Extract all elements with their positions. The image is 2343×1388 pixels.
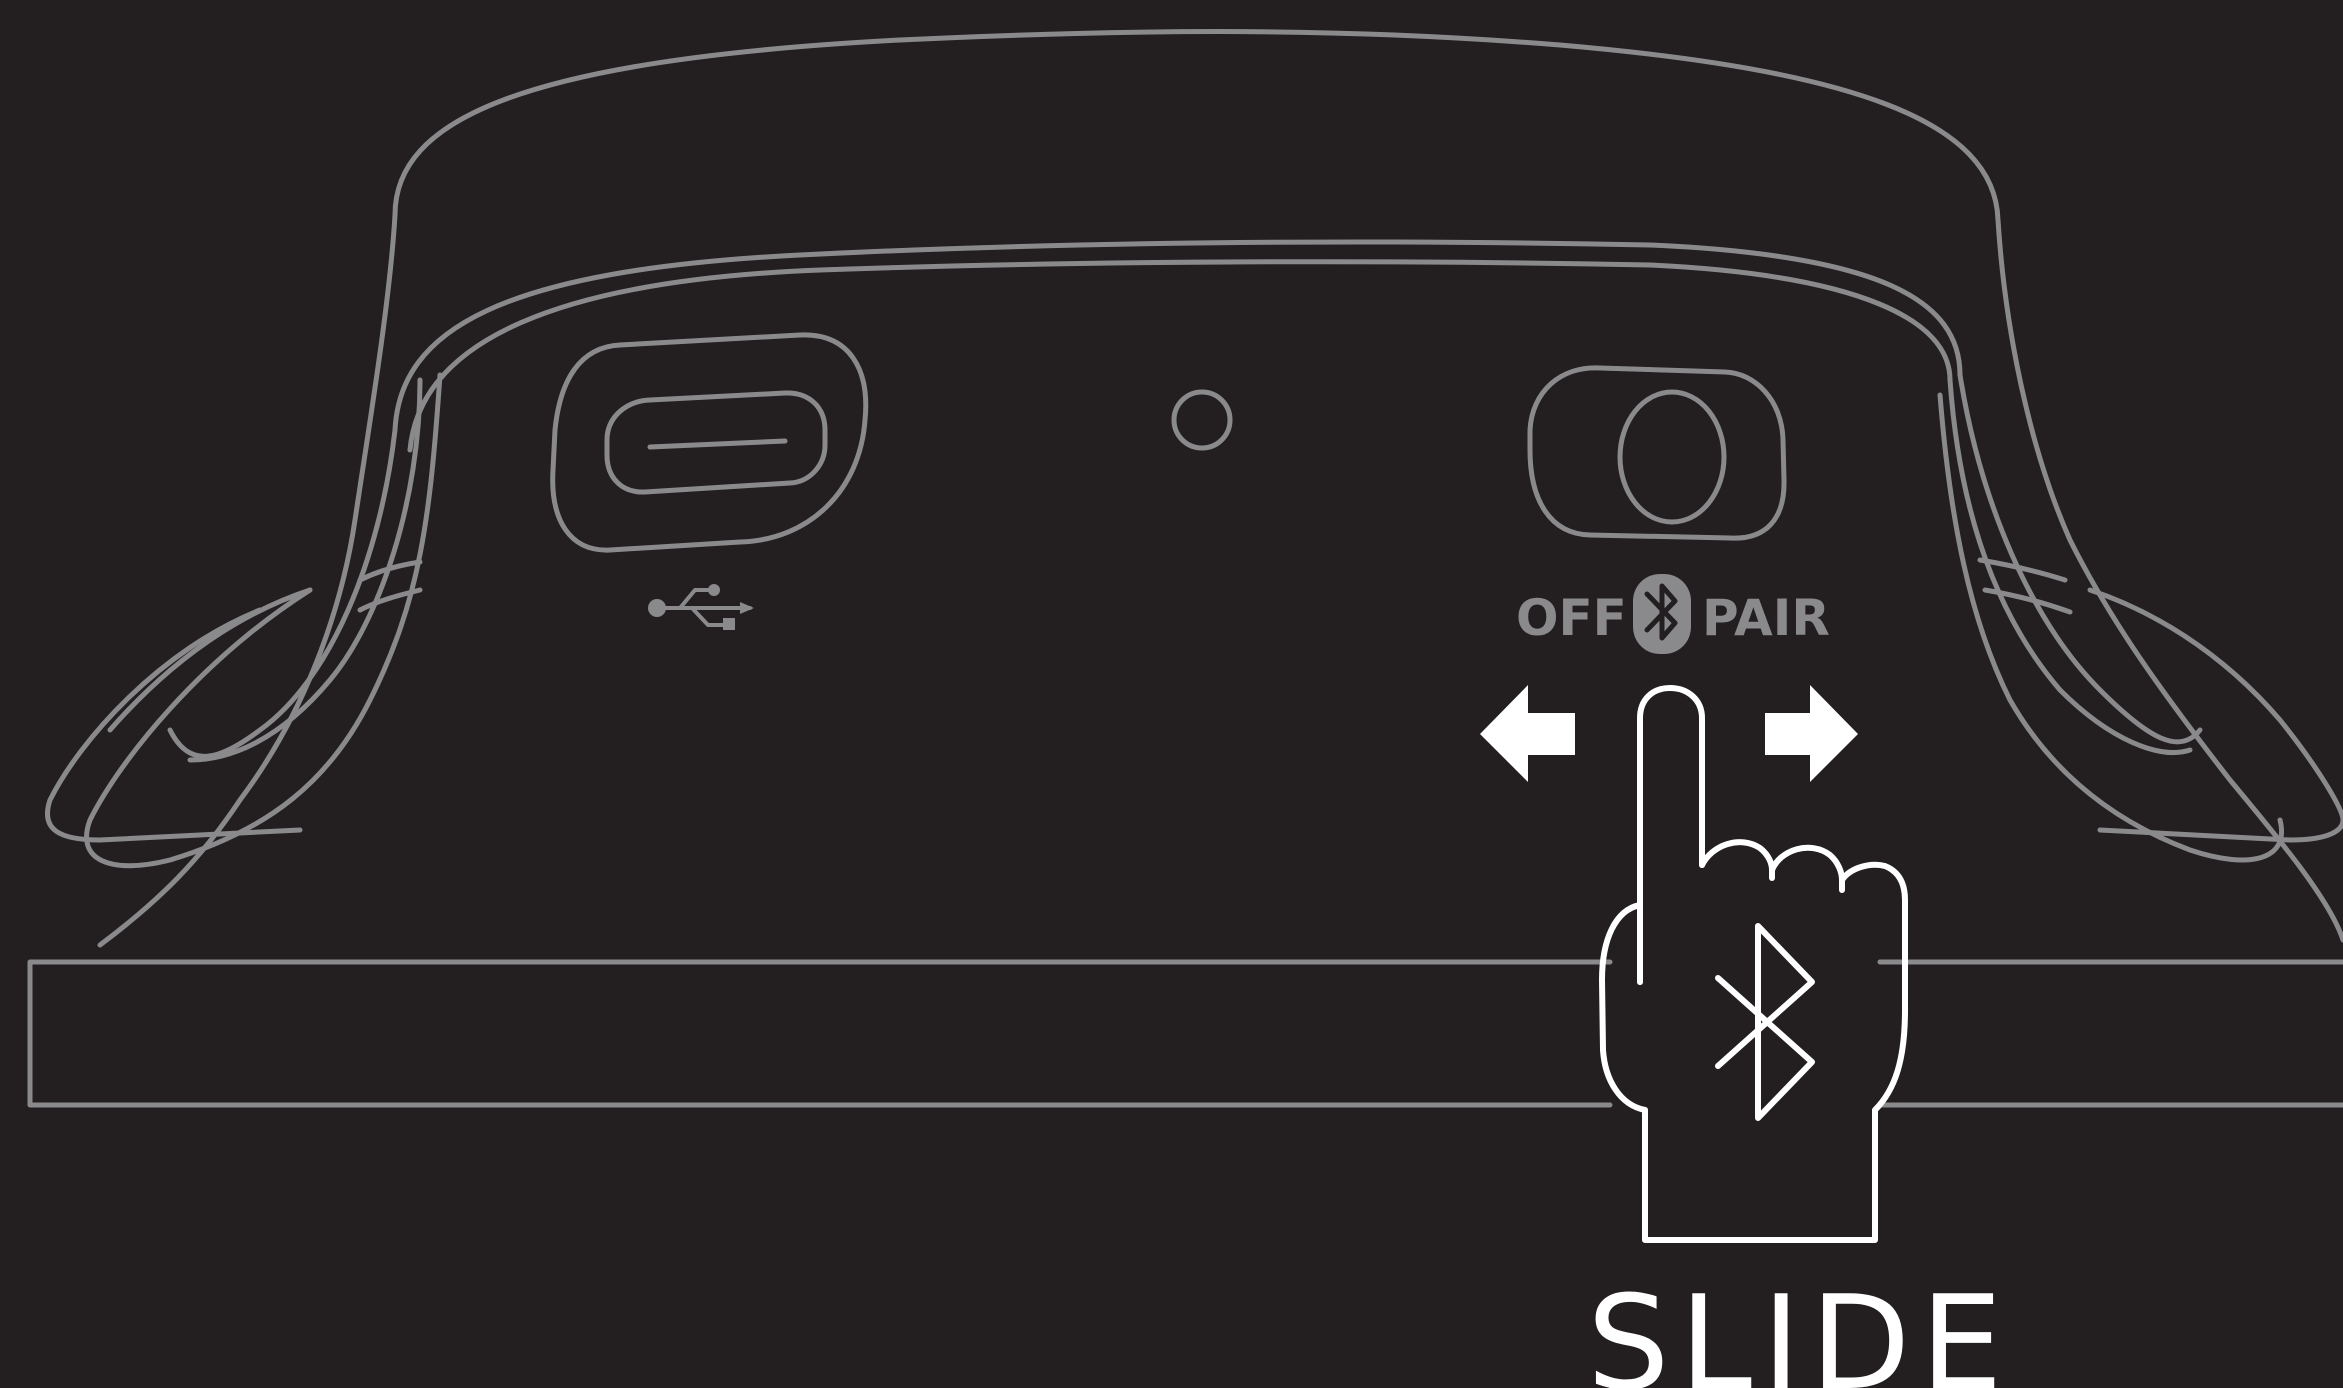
- usb-icon: [648, 584, 754, 630]
- switch-labels: OFF PAIR: [1516, 574, 1830, 654]
- arrow-left-icon: [1480, 685, 1575, 782]
- led-indicator: [1171, 389, 1233, 451]
- speaker-body: [45, 29, 2343, 948]
- label-pair: PAIR: [1702, 589, 1830, 647]
- slide-switch: [1527, 365, 1787, 541]
- diagram-stage: OFF PAIR SLIDE: [0, 0, 2343, 1388]
- speaker-base: [27, 959, 2343, 1108]
- usb-c-port: [550, 332, 869, 553]
- label-off: OFF: [1516, 589, 1627, 647]
- speaker-pairing-diagram: OFF PAIR SLIDE: [27, 29, 2343, 1388]
- instruction-label: SLIDE: [1587, 1267, 2013, 1388]
- bluetooth-icon: [1633, 574, 1691, 654]
- arrow-right-icon: [1765, 685, 1858, 782]
- hand-pointer-icon: [1599, 685, 1908, 1243]
